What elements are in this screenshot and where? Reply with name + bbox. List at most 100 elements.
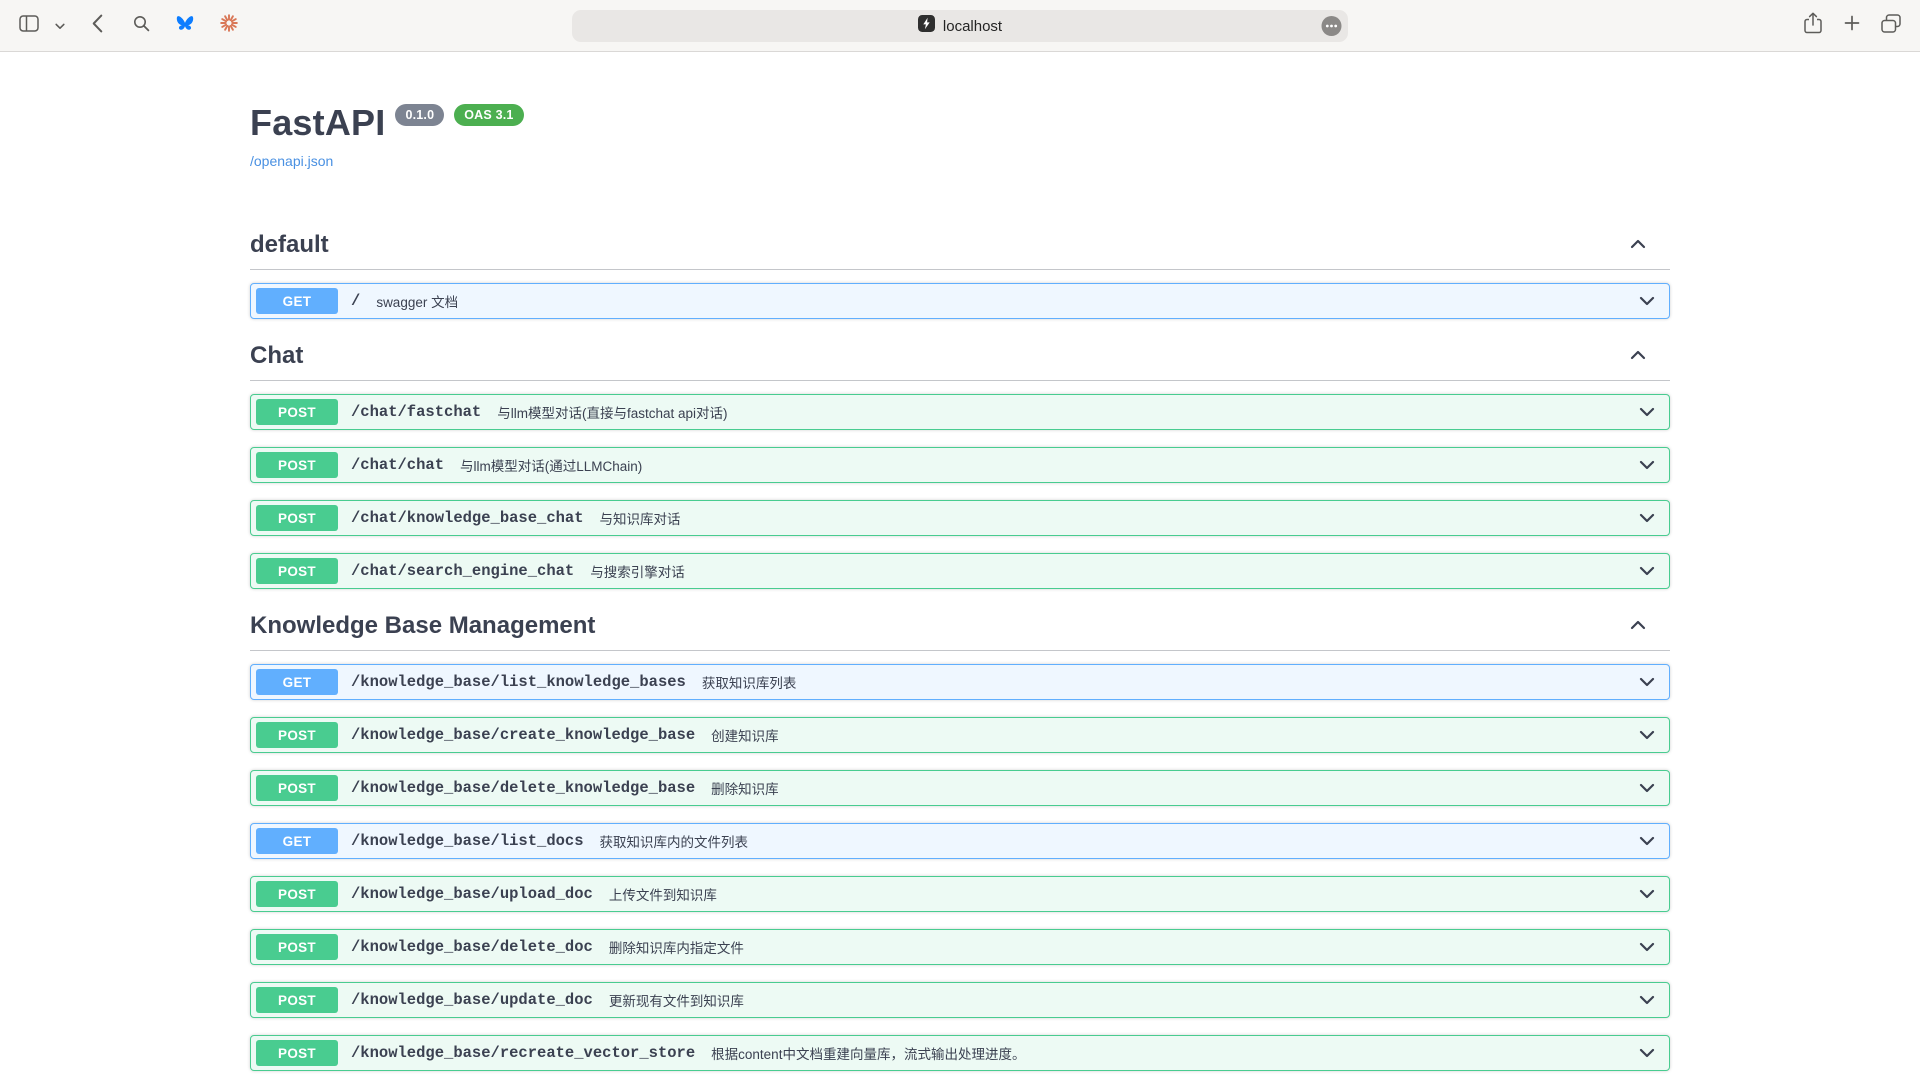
- operation-row[interactable]: POST/chat/fastchat 与llm模型对话(直接与fastchat a…: [250, 394, 1670, 430]
- method-badge: POST: [256, 881, 338, 907]
- expand-operation-icon[interactable]: [1639, 889, 1655, 899]
- operation-path: /knowledge_base/list_knowledge_bases: [351, 673, 686, 691]
- operation-row[interactable]: POST/knowledge_base/delete_doc删除知识库内指定文件: [250, 929, 1670, 965]
- section-operations: GET/knowledge_base/list_knowledge_bases 获…: [250, 664, 1670, 1071]
- chevron-down-icon: [55, 17, 65, 35]
- collapse-section-icon[interactable]: [1630, 617, 1646, 635]
- operation-description: 与llm模型对话(直接与fastchat api对话): [497, 402, 727, 422]
- section-title: Knowledge Base Management: [250, 612, 595, 640]
- share-button[interactable]: [1798, 11, 1828, 41]
- operation-path: /chat/fastchat: [351, 403, 481, 421]
- operation-path: /chat/knowledge_base_chat: [351, 509, 584, 527]
- pinned-tab-claude-button[interactable]: [214, 11, 244, 41]
- operation-description: 创建知识库: [711, 725, 779, 745]
- tab-overview-button[interactable]: [1876, 11, 1906, 41]
- back-chevron-icon: [92, 14, 103, 38]
- expand-operation-icon[interactable]: [1639, 566, 1655, 576]
- api-title-text: FastAPI: [250, 102, 385, 144]
- search-icon: [133, 15, 150, 37]
- section-operations: POST/chat/fastchat 与llm模型对话(直接与fastchat a…: [250, 394, 1670, 589]
- expand-operation-icon[interactable]: [1639, 1048, 1655, 1058]
- method-badge: POST: [256, 452, 338, 478]
- operation-path: /knowledge_base/list_docs: [351, 832, 584, 850]
- section-header[interactable]: Chat: [250, 336, 1670, 381]
- expand-operation-icon[interactable]: [1639, 677, 1655, 687]
- expand-operation-icon[interactable]: [1639, 942, 1655, 952]
- method-badge: GET: [256, 288, 338, 314]
- expand-operation-icon[interactable]: [1639, 407, 1655, 417]
- operation-path: /chat/chat: [351, 456, 444, 474]
- method-badge: POST: [256, 1040, 338, 1066]
- operation-row[interactable]: POST/knowledge_base/recreate_vector_stor…: [250, 1035, 1670, 1071]
- toolbar-right-group: [1789, 11, 1906, 41]
- api-section: defaultGET/swagger 文档: [250, 225, 1670, 319]
- version-badge: 0.1.0: [395, 104, 444, 126]
- collapse-section-icon[interactable]: [1630, 347, 1646, 365]
- new-tab-button[interactable]: [1837, 11, 1867, 41]
- operation-row[interactable]: GET/swagger 文档: [250, 283, 1670, 319]
- method-badge: POST: [256, 399, 338, 425]
- share-icon: [1804, 12, 1822, 39]
- pinned-tab-bluesky-button[interactable]: [170, 11, 200, 41]
- swagger-page: FastAPI 0.1.0 OAS 3.1 /openapi.json defa…: [0, 52, 1920, 1080]
- expand-operation-icon[interactable]: [1639, 730, 1655, 740]
- openapi-json-link[interactable]: /openapi.json: [250, 153, 333, 169]
- operation-row[interactable]: POST/chat/knowledge_base_chat与知识库对话: [250, 500, 1670, 536]
- method-badge: POST: [256, 558, 338, 584]
- operation-row[interactable]: GET/knowledge_base/list_docs 获取知识库内的文件列表: [250, 823, 1670, 859]
- operation-row[interactable]: POST/knowledge_base/upload_doc 上传文件到知识库: [250, 876, 1670, 912]
- sidebar-toggle-button[interactable]: [14, 11, 44, 41]
- operation-row[interactable]: POST/knowledge_base/delete_knowledge_bas…: [250, 770, 1670, 806]
- section-operations: GET/swagger 文档: [250, 283, 1670, 319]
- oas-badge: OAS 3.1: [454, 104, 523, 126]
- operation-description: 上传文件到知识库: [609, 884, 717, 904]
- method-badge: GET: [256, 828, 338, 854]
- back-button[interactable]: [82, 11, 112, 41]
- operation-row[interactable]: POST/chat/chat 与llm模型对话(通过LLMChain): [250, 447, 1670, 483]
- collapse-section-icon[interactable]: [1630, 236, 1646, 254]
- operation-path: /knowledge_base/delete_knowledge_base: [351, 779, 695, 797]
- url-text: localhost: [943, 18, 1002, 35]
- plus-icon: [1844, 15, 1860, 36]
- method-badge: POST: [256, 775, 338, 801]
- expand-operation-icon[interactable]: [1639, 995, 1655, 1005]
- section-header[interactable]: default: [250, 225, 1670, 270]
- tab-overview-icon: [1881, 14, 1901, 38]
- operation-description: 获取知识库列表: [702, 672, 797, 692]
- sidebar-icon: [19, 15, 39, 37]
- operation-row[interactable]: GET/knowledge_base/list_knowledge_bases获…: [250, 664, 1670, 700]
- api-info: FastAPI 0.1.0 OAS 3.1 /openapi.json: [250, 52, 1670, 171]
- operation-path: /knowledge_base/upload_doc: [351, 885, 593, 903]
- ellipsis-circle-icon: [1321, 16, 1342, 37]
- api-section: Knowledge Base Management GET/knowledge_b…: [250, 606, 1670, 1071]
- page-menu-button[interactable]: [1321, 16, 1342, 37]
- operation-row[interactable]: POST/knowledge_base/update_doc更新现有文件到知识库: [250, 982, 1670, 1018]
- operation-row[interactable]: POST/chat/search_engine_chat 与搜索引擎对话: [250, 553, 1670, 589]
- operation-description: 删除知识库内指定文件: [609, 937, 744, 957]
- method-badge: POST: [256, 934, 338, 960]
- method-badge: POST: [256, 505, 338, 531]
- toolbar-search-button[interactable]: [126, 11, 156, 41]
- expand-operation-icon[interactable]: [1639, 783, 1655, 793]
- operation-description: 更新现有文件到知识库: [609, 990, 744, 1010]
- sidebar-menu-button[interactable]: [52, 11, 68, 41]
- site-favicon: [918, 15, 935, 37]
- expand-operation-icon[interactable]: [1639, 296, 1655, 306]
- operation-path: /chat/search_engine_chat: [351, 562, 574, 580]
- address-bar[interactable]: localhost: [572, 10, 1348, 42]
- operation-path: /knowledge_base/create_knowledge_base: [351, 726, 695, 744]
- operation-path: /: [351, 292, 360, 310]
- operation-description: 与llm模型对话(通过LLMChain): [460, 455, 642, 475]
- method-badge: POST: [256, 722, 338, 748]
- operation-description: 删除知识库: [711, 778, 779, 798]
- operation-description: 获取知识库内的文件列表: [600, 831, 749, 851]
- expand-operation-icon[interactable]: [1639, 460, 1655, 470]
- operation-description: 与搜索引擎对话: [590, 561, 685, 581]
- expand-operation-icon[interactable]: [1639, 836, 1655, 846]
- section-header[interactable]: Knowledge Base Management: [250, 606, 1670, 651]
- operation-description: 根据content中文档重建向量库，流式输出处理进度。: [711, 1043, 1025, 1063]
- operation-row[interactable]: POST/knowledge_base/create_knowledge_bas…: [250, 717, 1670, 753]
- browser-toolbar: localhost: [0, 0, 1920, 52]
- method-badge: POST: [256, 987, 338, 1013]
- expand-operation-icon[interactable]: [1639, 513, 1655, 523]
